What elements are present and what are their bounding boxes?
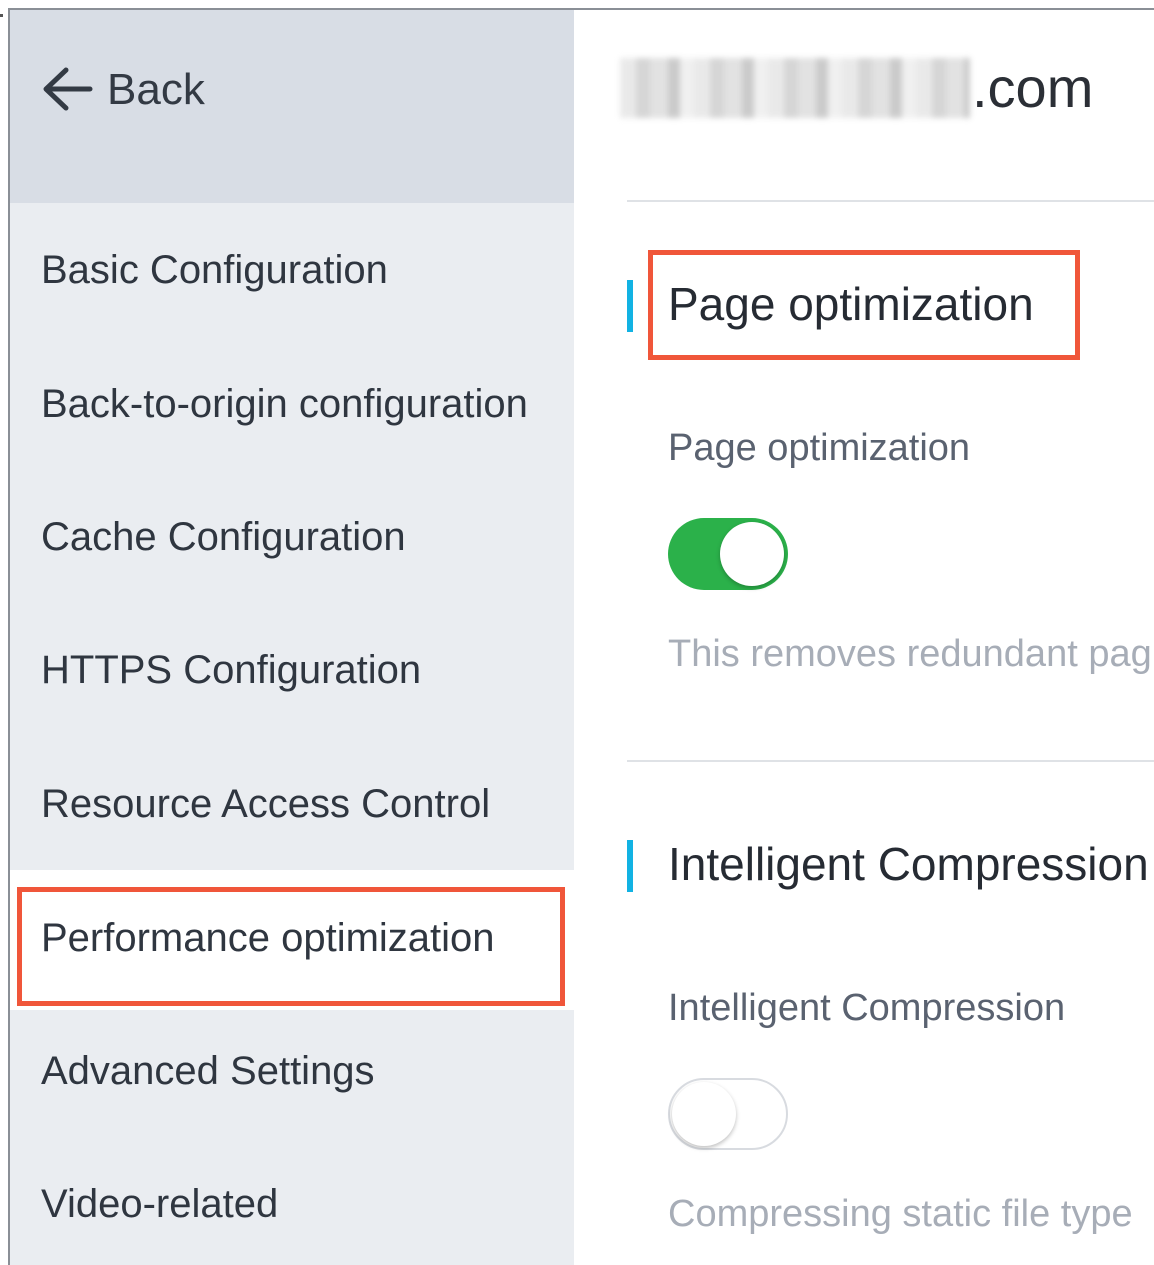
back-label: Back [107, 65, 205, 114]
corner-mark [0, 14, 3, 17]
section-title-intelligent-compression: Intelligent Compression [668, 838, 1149, 890]
toggle-knob [672, 1082, 736, 1146]
sidebar-item-https-configuration[interactable]: HTTPS Configuration [10, 610, 574, 730]
domain-suffix: .com [972, 56, 1094, 119]
main-content: .com Page optimization Page optimization… [574, 10, 1154, 1265]
sidebar-item-basic-configuration[interactable]: Basic Configuration [10, 210, 574, 330]
sidebar-item-back-to-origin-configuration[interactable]: Back-to-origin configuration [10, 344, 574, 464]
sidebar-item-advanced-settings[interactable]: Advanced Settings [10, 1011, 574, 1131]
console-window: Back Basic Configuration Back-to-origin … [8, 8, 1154, 1265]
intelligent-compression-toggle[interactable] [668, 1078, 788, 1150]
page-optimization-toggle[interactable] [668, 518, 788, 590]
sidebar-item-cache-configuration[interactable]: Cache Configuration [10, 477, 574, 597]
divider [627, 760, 1154, 762]
intelligent-compression-description: Compressing static file type [668, 1193, 1133, 1235]
field-label-page-optimization: Page optimization [668, 427, 971, 469]
sidebar-item-label: Performance optimization [41, 916, 495, 960]
section-accent-bar [627, 840, 633, 892]
sidebar-item-label: Back-to-origin configuration [41, 382, 528, 426]
section-accent-bar [627, 280, 633, 332]
arrow-left-icon [43, 67, 93, 111]
back-button[interactable]: Back [10, 10, 574, 203]
sidebar-item-label: Advanced Settings [41, 1049, 375, 1093]
domain-title: .com [620, 48, 1093, 128]
sidebar-item-label: Cache Configuration [41, 515, 406, 559]
toggle-knob [720, 522, 784, 586]
field-label-intelligent-compression: Intelligent Compression [668, 987, 1066, 1029]
sidebar-item-label: Basic Configuration [41, 248, 388, 292]
redacted-domain [620, 58, 970, 118]
sidebar-item-resource-access-control[interactable]: Resource Access Control [10, 744, 574, 864]
section-title-page-optimization: Page optimization [668, 278, 1034, 330]
page-optimization-description: This removes redundant pag [668, 633, 1152, 675]
sidebar-item-label: HTTPS Configuration [41, 648, 422, 692]
sidebar-item-performance-optimization[interactable]: Performance optimization [10, 870, 574, 1010]
divider [627, 200, 1154, 202]
sidebar-item-label: Video-related [41, 1182, 279, 1226]
sidebar-item-video-related[interactable]: Video-related [10, 1144, 574, 1264]
sidebar-item-label: Resource Access Control [41, 782, 491, 826]
sidebar: Back Basic Configuration Back-to-origin … [10, 10, 574, 1265]
